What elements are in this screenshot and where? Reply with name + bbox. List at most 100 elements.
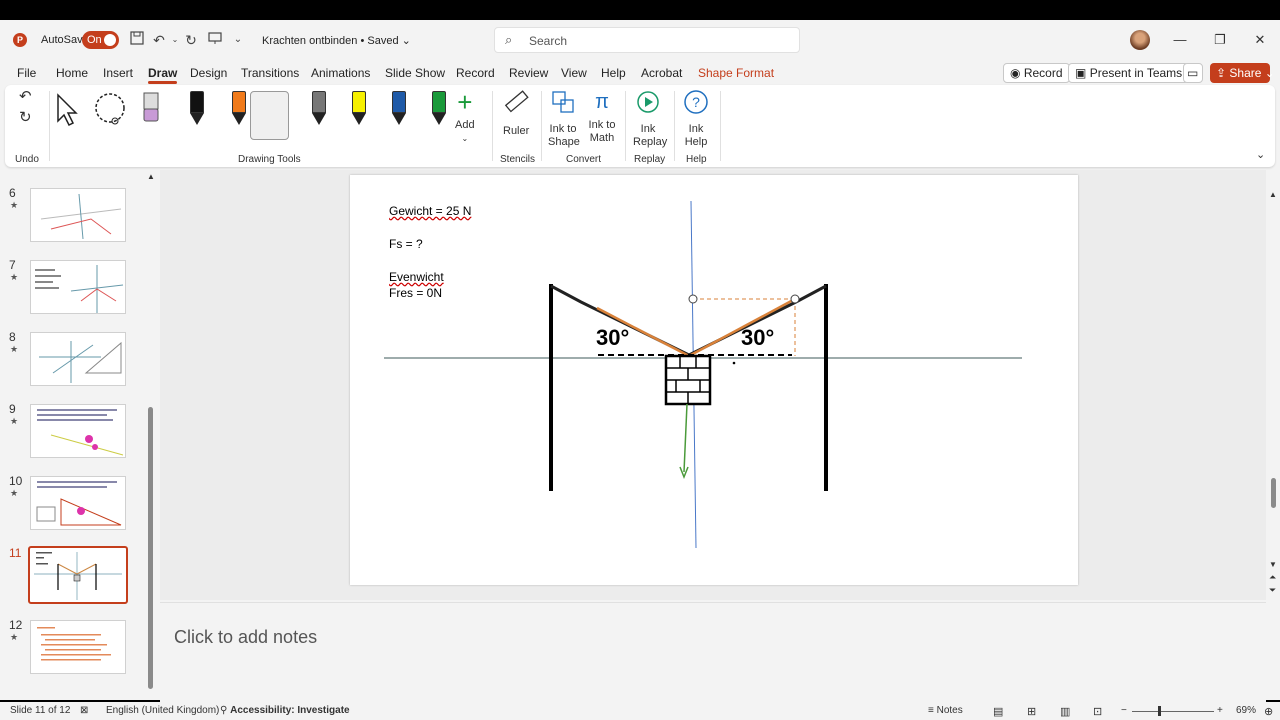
select-cursor-icon[interactable] — [55, 93, 81, 131]
zoom-slider-thumb[interactable] — [1158, 706, 1161, 716]
pen-black-icon[interactable] — [187, 91, 207, 129]
shape-handle — [790, 294, 800, 304]
restore-icon[interactable]: ❐ — [1211, 31, 1229, 49]
ink-to-math-button[interactable]: π Ink to Math — [585, 89, 619, 145]
notes-placeholder: Click to add notes — [174, 627, 318, 647]
present-in-teams-button[interactable]: ▣ Present in Teams — [1068, 63, 1190, 83]
redo-icon[interactable]: ↻ — [182, 31, 200, 49]
tab-view[interactable]: View — [561, 66, 587, 80]
animation-star-icon: ★ — [10, 200, 19, 210]
tab-slide-show[interactable]: Slide Show — [385, 66, 445, 80]
fit-slide-icon[interactable]: ⊕ — [1264, 705, 1273, 718]
slide-thumbnail-6[interactable] — [30, 188, 126, 242]
zoom-slider[interactable] — [1132, 711, 1214, 712]
zoom-out-icon[interactable]: − — [1121, 705, 1127, 716]
ribbon-divider — [674, 91, 675, 161]
title-bar: P AutoSave On ↶ ⌄ ↻ ⌄ Krachten ontbinden… — [0, 20, 1280, 60]
highlighter-yellow-icon[interactable] — [349, 91, 369, 129]
present-from-start-icon[interactable] — [206, 31, 224, 49]
thumbnail-number: 11 — [9, 546, 22, 560]
tab-acrobat[interactable]: Acrobat — [641, 66, 682, 80]
customize-toolbar-icon[interactable]: ⌄ — [229, 31, 247, 49]
tab-animations[interactable]: Animations — [311, 66, 370, 80]
eraser-icon[interactable] — [141, 91, 161, 133]
tab-design[interactable]: Design — [190, 66, 227, 80]
slide-canvas[interactable]: Gewicht = 25 N Fs = ? Evenwicht Fres = 0… — [350, 175, 1078, 585]
notes-toggle[interactable]: ≡ Notes — [928, 705, 963, 716]
ruler-icon — [504, 90, 529, 113]
thumbnail-number: 6 — [9, 186, 16, 200]
search-icon: ⌕ — [505, 32, 513, 47]
slide-scrollbar[interactable]: ▲ ▼ ⏶ ⏷ — [1266, 170, 1280, 700]
spelling-check-icon[interactable]: ⊠ — [80, 705, 88, 716]
tab-draw[interactable]: Draw — [148, 66, 178, 84]
selected-pen-frame[interactable] — [250, 91, 289, 140]
thumbnail-scroll-thumb[interactable] — [148, 407, 153, 689]
notes-pane[interactable]: Click to add notes — [160, 602, 1266, 702]
rope — [550, 284, 827, 357]
slide-thumbnail-8[interactable] — [30, 332, 126, 386]
share-icon: ⇪ — [1216, 66, 1227, 80]
share-button[interactable]: ⇪ Share ⌄ — [1210, 63, 1275, 83]
next-slide-icon[interactable]: ⏷ — [1269, 584, 1276, 597]
ink-replay-button[interactable]: Ink Replay — [633, 89, 667, 149]
tab-help[interactable]: Help — [601, 66, 626, 80]
tab-transitions[interactable]: Transitions — [241, 66, 299, 80]
powerpoint-window: P AutoSave On ↶ ⌄ ↻ ⌄ Krachten ontbinden… — [0, 20, 1280, 720]
record-button[interactable]: ◉ Record — [1003, 63, 1070, 83]
tab-home[interactable]: Home — [56, 66, 88, 80]
replay-group-label: Replay — [634, 154, 666, 165]
slide-thumbnail-12[interactable] — [30, 620, 126, 674]
tab-insert[interactable]: Insert — [103, 66, 133, 80]
autosave-toggle[interactable]: On — [82, 31, 119, 49]
tab-shape-format[interactable]: Shape Format — [698, 66, 774, 80]
tab-record[interactable]: Record — [456, 66, 495, 80]
animation-star-icon: ★ — [10, 416, 19, 426]
pen-blue-icon[interactable] — [389, 91, 409, 129]
slide-show-icon[interactable]: ⊡ — [1093, 705, 1102, 718]
search-box[interactable]: ⌕ Search — [494, 27, 800, 53]
scroll-down-icon[interactable]: ▼ — [1269, 558, 1277, 571]
redo-icon[interactable]: ↻ — [19, 110, 32, 125]
undo-icon[interactable]: ↶ — [19, 89, 32, 104]
ink-to-shape-button[interactable]: Ink to Shape — [548, 89, 580, 149]
accessibility-status[interactable]: ⚲ Accessibility: Investigate — [220, 705, 350, 716]
reading-view-icon[interactable]: ▥ — [1060, 705, 1070, 718]
pen-green-icon[interactable] — [429, 91, 449, 129]
svg-text:?: ? — [692, 94, 700, 110]
collapse-ribbon-icon[interactable]: ⌄ — [1256, 149, 1265, 162]
scroll-up-icon[interactable]: ▲ — [147, 170, 155, 183]
pencil-gray-icon[interactable] — [309, 91, 329, 129]
angle-label-left[interactable]: 30° — [596, 325, 629, 351]
slide-thumbnail-11[interactable] — [28, 546, 128, 604]
animation-star-icon: ★ — [10, 632, 19, 642]
tab-review[interactable]: Review — [509, 66, 548, 80]
scroll-thumb[interactable] — [1271, 478, 1276, 508]
lasso-select-icon[interactable] — [93, 91, 131, 133]
zoom-level[interactable]: 69% — [1236, 705, 1256, 716]
tab-file[interactable]: File — [17, 66, 36, 80]
ribbon-draw: ↶ ↻ Undo Drawing Tools + Add ⌄ Ruler Ste… — [5, 85, 1275, 167]
zoom-in-icon[interactable]: + — [1217, 705, 1223, 716]
close-icon[interactable]: ✕ — [1251, 31, 1269, 49]
add-pen-button[interactable]: + Add ⌄ — [455, 89, 475, 145]
slide-thumbnail-7[interactable] — [30, 260, 126, 314]
ink-help-button[interactable]: ? Ink Help — [682, 89, 710, 149]
slide-thumbnail-10[interactable] — [30, 476, 126, 530]
scroll-up-icon[interactable]: ▲ — [1269, 188, 1277, 201]
minimize-icon[interactable]: — — [1171, 31, 1189, 49]
replay-icon — [637, 91, 659, 113]
pen-orange-icon[interactable] — [229, 91, 249, 129]
document-title[interactable]: Krachten ontbinden • Saved ⌄ — [262, 34, 411, 47]
ruler-button[interactable]: Ruler — [503, 89, 529, 138]
search-placeholder: Search — [529, 34, 568, 48]
comments-button[interactable]: ▭ — [1183, 63, 1203, 83]
language-indicator[interactable]: English (United Kingdom) — [106, 705, 219, 716]
angle-label-right[interactable]: 30° — [741, 325, 774, 351]
save-icon[interactable] — [128, 31, 146, 49]
slide-sorter-icon[interactable]: ⊞ — [1027, 705, 1036, 718]
normal-view-icon[interactable]: ▤ — [993, 705, 1003, 718]
previous-slide-icon[interactable]: ⏶ — [1269, 571, 1276, 584]
avatar[interactable] — [1130, 30, 1150, 50]
slide-thumbnail-9[interactable] — [30, 404, 126, 458]
